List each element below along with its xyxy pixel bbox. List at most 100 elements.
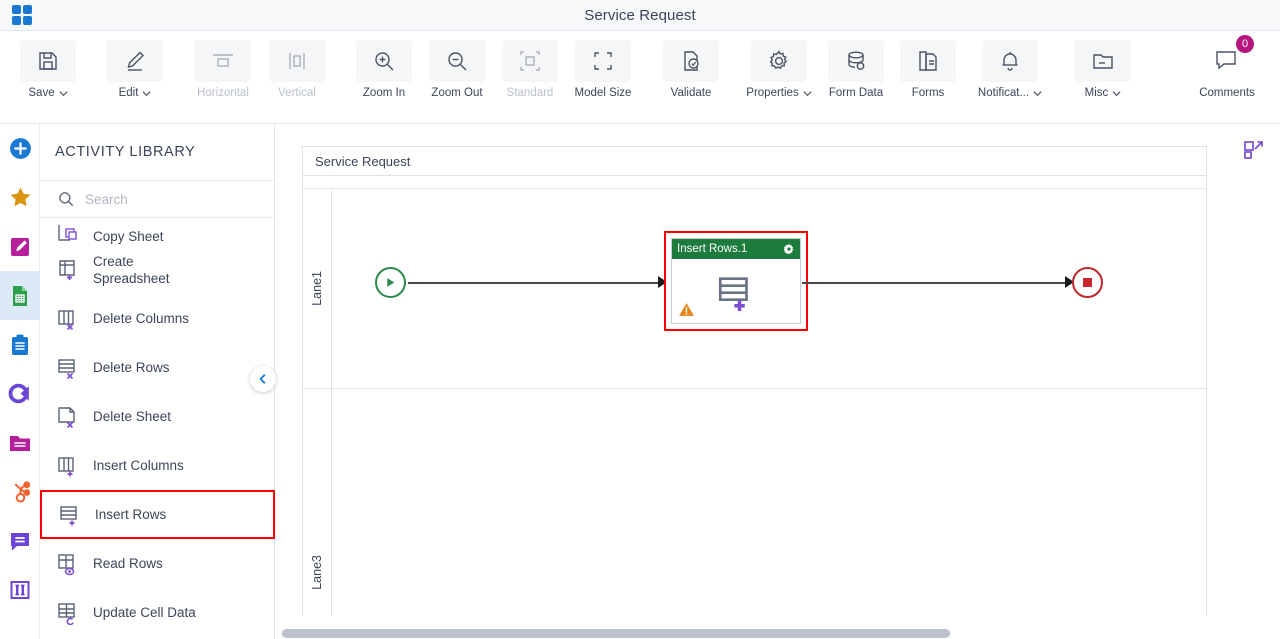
activity-item-create-spreadsheet[interactable]: Create Spreadsheet [40, 245, 275, 294]
toolbar-button-edit[interactable]: Edit [100, 31, 170, 124]
diagram-title: Service Request [303, 147, 1206, 176]
start-event-node[interactable] [375, 267, 406, 298]
activity-list[interactable]: Copy Sheet Create Spreadsheet Delete Col… [40, 219, 275, 639]
rail-item-documents[interactable] [0, 418, 40, 467]
toolbar-label-properties: Properties [746, 87, 799, 99]
insert-columns-icon [55, 454, 81, 478]
chevron-down-icon [1033, 90, 1042, 96]
lane-header[interactable]: Lane1 [303, 189, 332, 388]
toolbar-button-form-data[interactable]: Form Data [821, 31, 891, 124]
activity-item-delete-columns[interactable]: Delete Columns [40, 294, 275, 343]
star-icon [10, 187, 30, 207]
warning-triangle-icon[interactable] [678, 301, 695, 318]
rail-item-clipboard[interactable] [0, 320, 40, 369]
delete-columns-icon [55, 307, 81, 331]
toolbar-label-form-data: Form Data [828, 87, 884, 99]
delete-sheet-icon [55, 405, 81, 429]
toolbar-button-model-size[interactable]: Model Size [568, 31, 638, 124]
clipboard-icon [12, 334, 28, 355]
expand-diagram-button[interactable] [1243, 140, 1265, 162]
toolbar-label-validate: Validate [670, 87, 712, 99]
swimlane-lane1: Lane1 Insert Rows.1 [303, 189, 1206, 389]
window-title: Service Request [584, 6, 696, 24]
toolbar-button-comments[interactable]: 0 Comments [1192, 31, 1262, 124]
rail-item-design[interactable] [0, 222, 40, 271]
activity-label: Insert Columns [93, 458, 184, 473]
canvas-horizontal-scrollbar[interactable] [275, 626, 1280, 639]
activity-item-update-cell-data[interactable]: Update Cell Data [40, 588, 275, 637]
toolbar-button-notifications[interactable]: Notificat... [975, 31, 1045, 124]
insert-rows-icon [718, 277, 748, 312]
activity-label: Read Rows [93, 556, 163, 571]
standard-size-icon [502, 40, 558, 82]
task-node-insert-rows[interactable]: Insert Rows.1 [664, 231, 808, 331]
align-vertical-icon [269, 40, 325, 82]
activity-item-insert-rows[interactable]: Insert Rows [40, 490, 275, 539]
toolbar-button-properties[interactable]: Properties [744, 31, 814, 124]
rail-item-columns[interactable] [0, 565, 40, 614]
activity-label: Delete Rows [93, 360, 170, 375]
activity-item-read-rows[interactable]: Read Rows [40, 539, 275, 588]
activity-label: Insert Rows [95, 507, 167, 522]
toolbar-button-zoom-in[interactable]: Zoom In [349, 31, 419, 124]
rail-item-add-new[interactable] [0, 124, 40, 173]
toolbar-label-misc: Misc [1084, 87, 1109, 99]
hub-network-icon [14, 481, 30, 503]
folder-misc-icon [1075, 40, 1131, 82]
lane-body[interactable] [332, 389, 1206, 616]
search-icon [59, 192, 74, 207]
lane-body[interactable]: Insert Rows.1 [332, 189, 1206, 388]
toolbar-button-validate[interactable]: Validate [656, 31, 726, 124]
activity-item-copy-sheet[interactable]: Copy Sheet [40, 219, 275, 245]
chevron-down-icon [803, 90, 812, 96]
search-input[interactable] [85, 191, 235, 207]
toolbar-button-forms[interactable]: Forms [893, 31, 963, 124]
diagram-canvas[interactable]: Service Request Lane1 Insert Rows.1 Lane… [275, 124, 1280, 639]
align-horizontal-icon [195, 40, 251, 82]
scrollbar-track[interactable] [279, 629, 1274, 638]
create-spreadsheet-icon [55, 258, 81, 282]
spreadsheet-file-icon [13, 285, 27, 306]
scrollbar-thumb[interactable] [282, 629, 950, 638]
activity-label: Create Spreadsheet [93, 253, 170, 286]
rail-item-messages[interactable] [0, 516, 40, 565]
title-bar: Service Request [0, 0, 1280, 31]
chevron-down-icon [142, 90, 151, 96]
activity-label: Update Cell Data [93, 605, 196, 620]
connector-task-to-end [802, 282, 1067, 284]
toolbar-label-forms: Forms [911, 87, 945, 99]
connector-start-to-task [408, 282, 662, 284]
toolbar-button-horizontal[interactable]: Horizontal [188, 31, 258, 124]
task-header: Insert Rows.1 [672, 239, 800, 259]
gear-icon [751, 40, 807, 82]
toolbar-button-zoom-out[interactable]: Zoom Out [422, 31, 492, 124]
activity-item-delete-rows[interactable]: Delete Rows [40, 343, 275, 392]
activity-label: Copy Sheet [93, 229, 164, 244]
toolbar-label-edit: Edit [118, 87, 139, 99]
expand-diagram-icon [1244, 141, 1263, 159]
lane-label: Lane1 [310, 271, 324, 306]
rail-item-favorites[interactable] [0, 173, 40, 222]
activity-label: Delete Columns [93, 311, 190, 326]
toolbar-button-standard[interactable]: Standard [495, 31, 565, 124]
diagram-pool: Service Request Lane1 Insert Rows.1 Lane… [302, 146, 1207, 616]
columns-bracket-icon [10, 580, 30, 599]
collapse-panel-button[interactable] [250, 366, 276, 392]
end-event-node[interactable] [1072, 267, 1103, 298]
copy-sheet-icon [55, 221, 81, 245]
toolbar-button-misc[interactable]: Misc [1068, 31, 1138, 124]
lane-header[interactable]: Lane3 [303, 389, 332, 616]
chevron-left-icon [259, 374, 266, 384]
rail-item-spreadsheet[interactable] [0, 271, 40, 320]
read-rows-icon [55, 552, 81, 576]
gear-icon[interactable] [783, 243, 795, 255]
toolbar-button-save[interactable]: Save [13, 31, 83, 124]
toolbar-button-vertical[interactable]: Vertical [262, 31, 332, 124]
insert-rows-icon [57, 503, 83, 527]
rail-item-hubspot[interactable] [0, 467, 40, 516]
rail-item-integration[interactable] [0, 369, 40, 418]
activity-item-delete-sheet[interactable]: Delete Sheet [40, 392, 275, 441]
toolbar-label-vertical: Vertical [278, 87, 316, 99]
bell-icon [982, 40, 1038, 82]
activity-item-insert-columns[interactable]: Insert Columns [40, 441, 275, 490]
